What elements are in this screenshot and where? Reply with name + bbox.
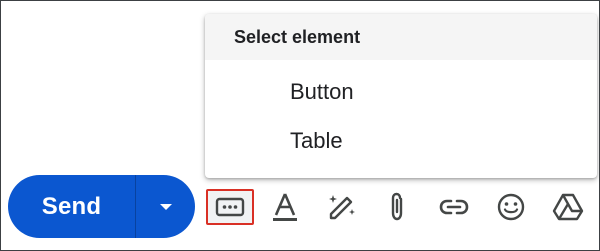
insert-element-button[interactable] [206, 189, 254, 225]
insert-emoji-button[interactable] [491, 187, 531, 227]
select-element-menu: Select element Button Table [205, 14, 597, 178]
formatting-options-button[interactable] [265, 187, 305, 227]
help-me-write-button[interactable] [322, 187, 362, 227]
compose-window: Send Select element Button Table [0, 0, 600, 251]
send-button-group: Send [8, 175, 195, 238]
send-button[interactable]: Send [8, 175, 135, 238]
caret-down-icon [159, 203, 172, 210]
menu-item-label: Button [290, 79, 354, 104]
link-icon [439, 199, 469, 215]
insert-element-icon [215, 197, 245, 217]
drive-icon [552, 193, 584, 221]
menu-item-button[interactable]: Button [205, 69, 597, 115]
insert-from-drive-button[interactable] [548, 187, 588, 227]
insert-link-button[interactable] [434, 187, 474, 227]
menu-header: Select element [205, 14, 597, 60]
attachment-icon [391, 192, 403, 221]
menu-item-table[interactable]: Table [205, 118, 597, 164]
attach-files-button[interactable] [377, 187, 417, 227]
magic-write-icon [329, 195, 355, 220]
menu-item-label: Table [290, 128, 343, 153]
emoji-icon [497, 193, 525, 221]
more-send-options-button[interactable] [136, 175, 195, 238]
text-format-icon [273, 193, 297, 221]
menu-header-label: Select element [234, 26, 361, 47]
